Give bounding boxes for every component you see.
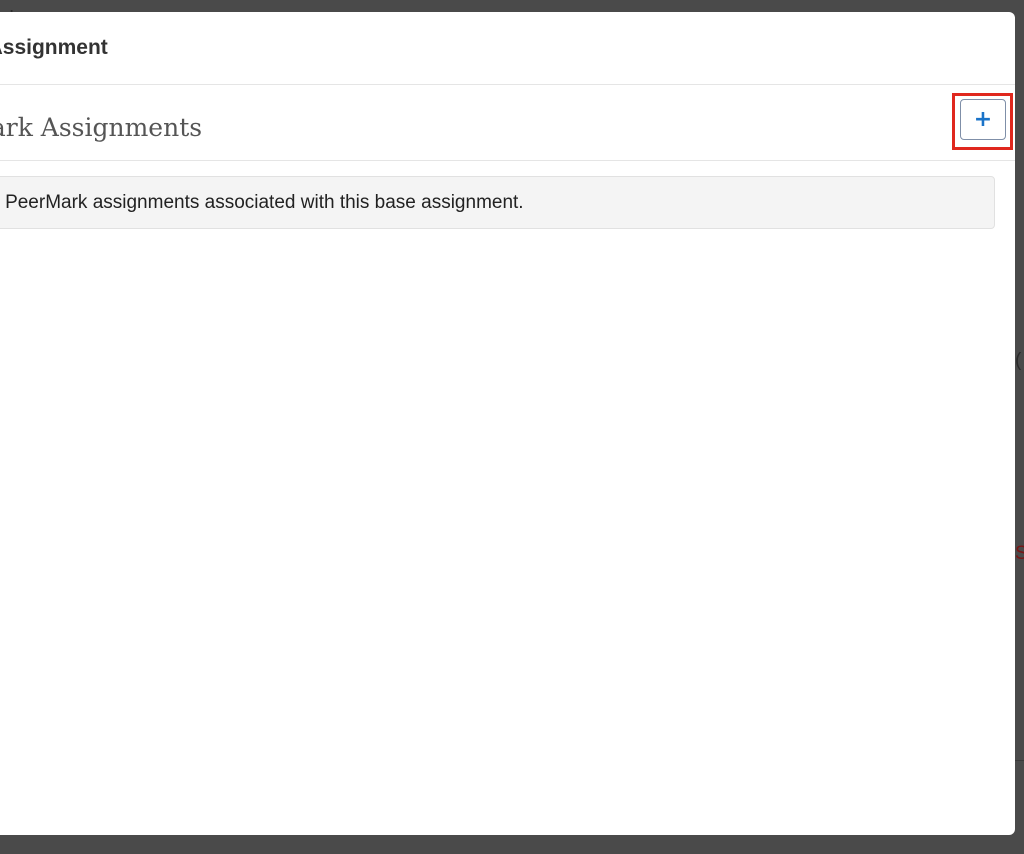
background-divider [1015, 760, 1024, 761]
plus-icon: + [973, 106, 993, 132]
modal-title: PeerMark Assignment [0, 36, 108, 59]
add-assignment-button[interactable]: + [960, 99, 1006, 140]
peermark-modal: PeerMark Assignment PeerMark Assignments… [0, 12, 1015, 835]
modal-header: PeerMark Assignment [0, 12, 1015, 85]
empty-state-notice: There are no PeerMark assignments associ… [0, 176, 995, 229]
background-text: S [1015, 543, 1024, 564]
notice-text: There are no PeerMark assignments associ… [0, 192, 524, 213]
background-text: ( [1015, 350, 1022, 371]
section-title: PeerMark Assignments [0, 113, 203, 142]
section-header: PeerMark Assignments + [0, 85, 1015, 161]
